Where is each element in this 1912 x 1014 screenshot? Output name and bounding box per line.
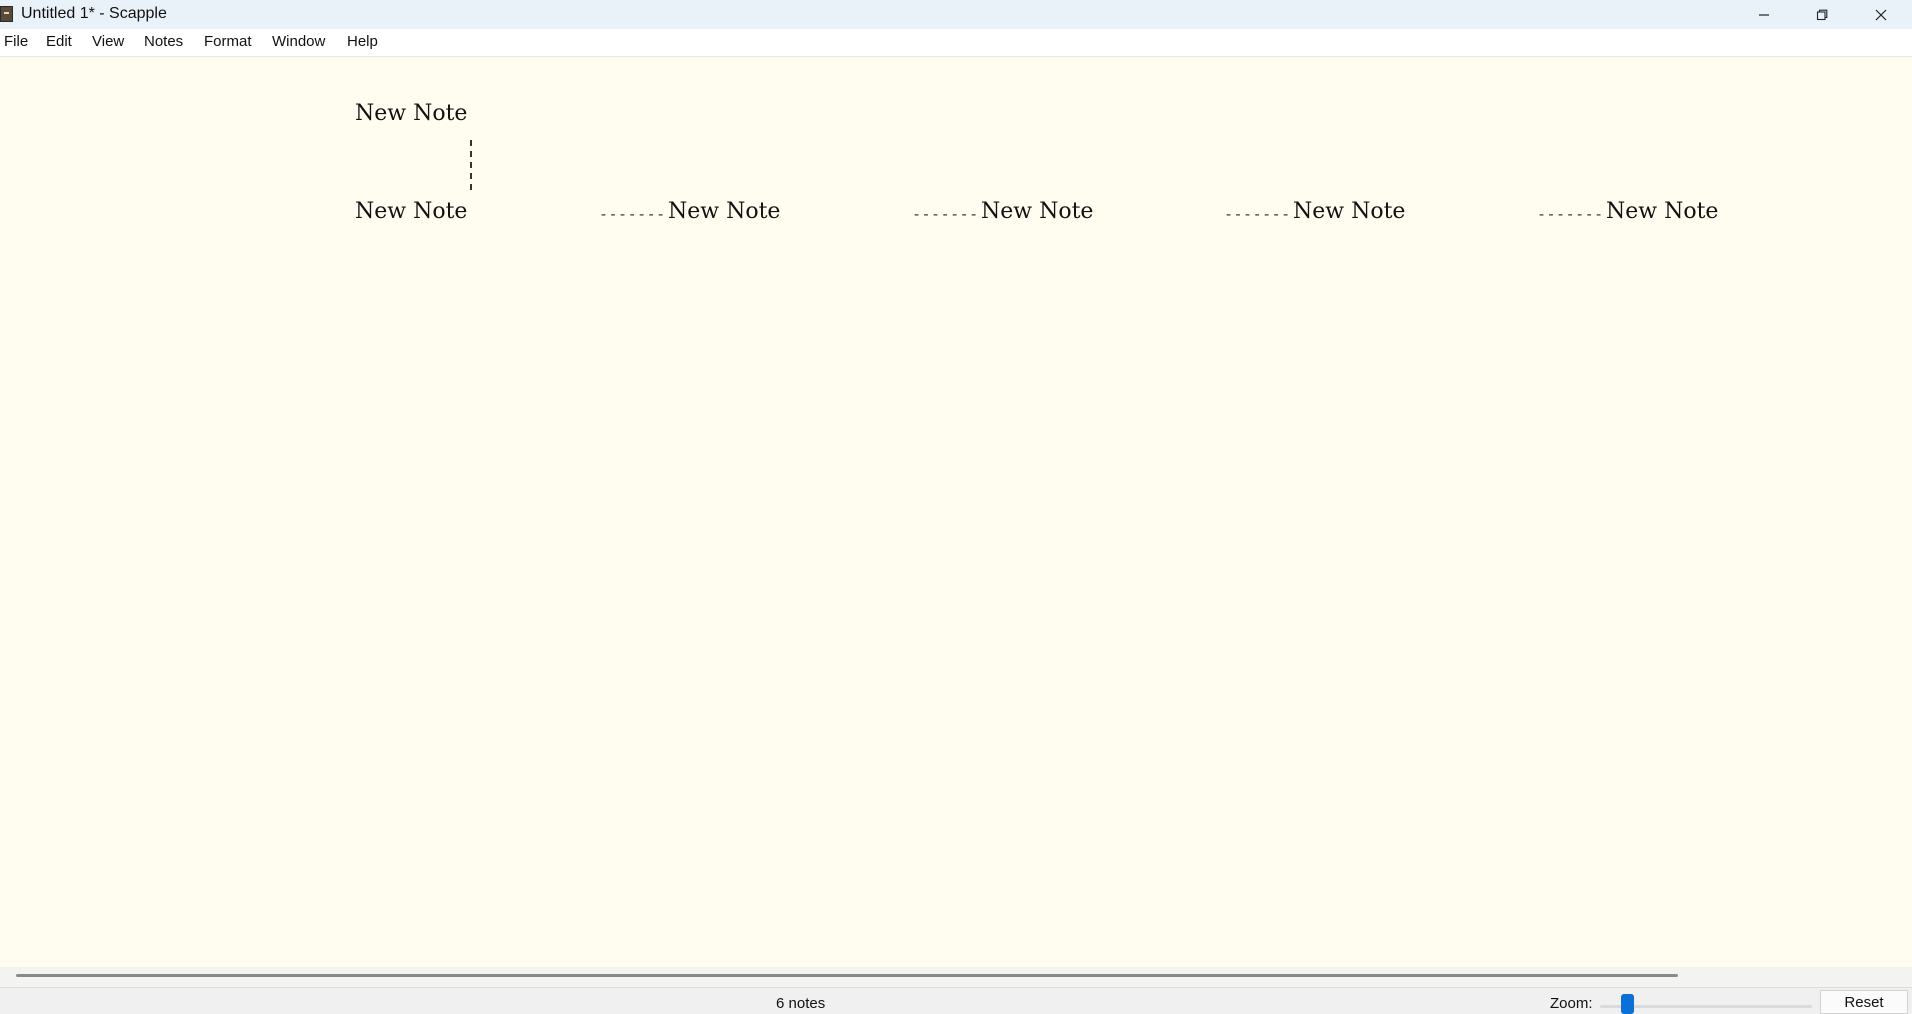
note-row-1[interactable]: New Note [355, 199, 467, 224]
horizontal-scrollbar[interactable] [0, 967, 1912, 987]
menu-bar: File Edit View Notes Format Window Help [0, 29, 1912, 57]
menu-window[interactable]: Window [270, 33, 327, 50]
reset-zoom-button[interactable]: Reset [1820, 990, 1908, 1014]
connector-3[interactable]: ------- [1224, 205, 1291, 223]
scapple-canvas[interactable]: New Note New Note ------- New Note -----… [0, 57, 1912, 967]
restore-button[interactable] [1793, 0, 1851, 29]
close-icon [1875, 9, 1887, 20]
zoom-slider-thumb[interactable] [1621, 994, 1634, 1014]
status-bar: 6 notes Zoom: Reset [0, 987, 1912, 1014]
note-count: 6 notes [776, 995, 826, 1012]
minimize-button[interactable] [1735, 0, 1793, 29]
vertical-connector[interactable] [470, 140, 472, 190]
minimize-icon [1759, 13, 1769, 16]
window-title: Untitled 1* - Scapple [21, 5, 167, 22]
note-row-3[interactable]: New Note [981, 199, 1093, 224]
connector-1[interactable]: ------- [599, 205, 666, 223]
title-bar: Untitled 1* - Scapple [0, 0, 1912, 29]
horizontal-scrollbar-thumb[interactable] [16, 974, 1678, 977]
note-row-5[interactable]: New Note [1606, 199, 1718, 224]
zoom-label: Zoom: [1550, 995, 1593, 1012]
scapple-app-icon[interactable] [0, 6, 13, 22]
close-button[interactable] [1852, 0, 1910, 29]
menu-file[interactable]: File [2, 33, 30, 50]
note-row-4[interactable]: New Note [1293, 199, 1405, 224]
menu-notes[interactable]: Notes [142, 33, 185, 50]
note-row-2[interactable]: New Note [668, 199, 780, 224]
note-top[interactable]: New Note [355, 101, 467, 126]
menu-view[interactable]: View [90, 33, 126, 50]
restore-icon [1816, 9, 1828, 20]
menu-format[interactable]: Format [202, 33, 254, 50]
menu-help[interactable]: Help [345, 33, 380, 50]
menu-edit[interactable]: Edit [44, 33, 74, 50]
connector-4[interactable]: ------- [1537, 205, 1604, 223]
connector-2[interactable]: ------- [912, 205, 979, 223]
